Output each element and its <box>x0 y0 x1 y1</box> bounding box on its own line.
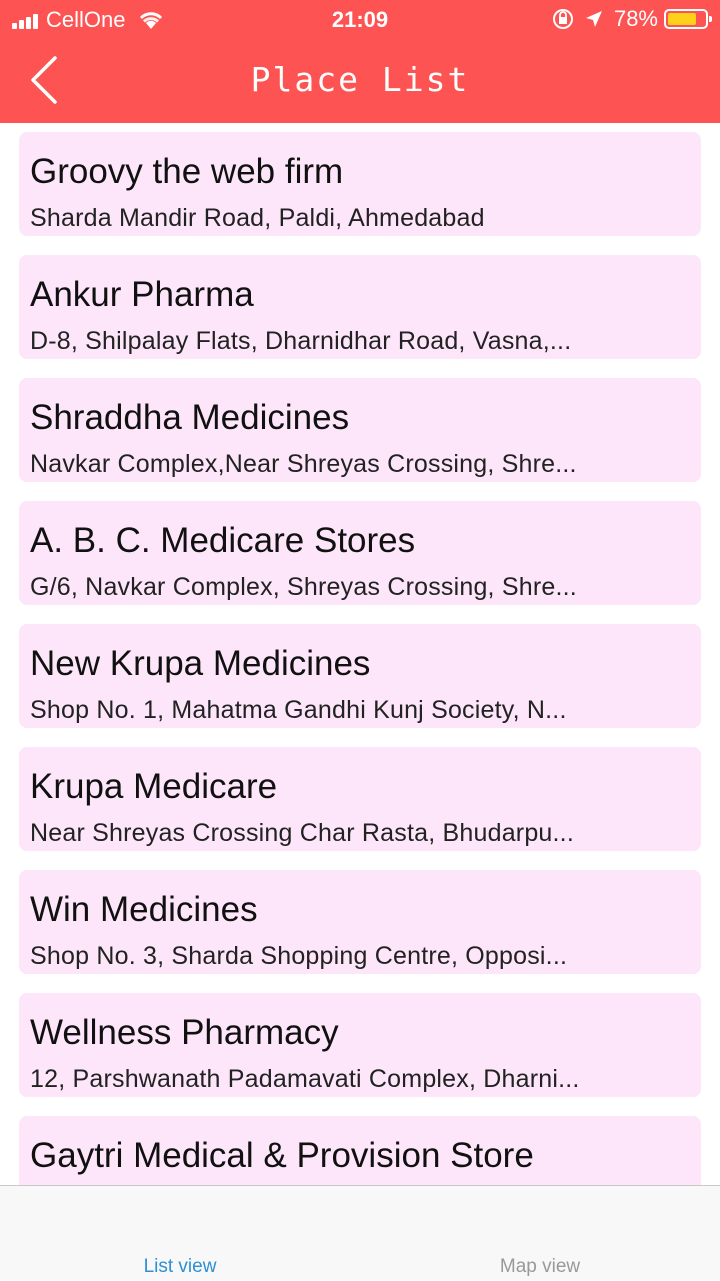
place-name: Win Medicines <box>30 890 258 929</box>
app-header: CellOne 21:09 78% Place List <box>0 0 720 123</box>
place-name: Ankur Pharma <box>30 275 254 314</box>
place-name: New Krupa Medicines <box>30 644 371 683</box>
tab-bar: List view Map view <box>0 1185 720 1280</box>
place-address: Shop No. 3, Sharda Shopping Centre, Oppo… <box>30 942 568 970</box>
place-name: Gaytri Medical & Provision Store <box>30 1136 534 1175</box>
place-address: Shop No. 1, Mahatma Gandhi Kunj Society,… <box>30 696 567 724</box>
place-name: Shraddha Medicines <box>30 398 350 437</box>
place-card[interactable]: A. B. C. Medicare Stores G/6, Navkar Com… <box>19 501 701 605</box>
place-name: A. B. C. Medicare Stores <box>30 521 416 560</box>
navigation-bar: Place List <box>0 40 720 123</box>
place-name: Wellness Pharmacy <box>30 1013 339 1052</box>
place-card[interactable]: Ankur Pharma D-8, Shilpalay Flats, Dharn… <box>19 255 701 359</box>
tab-label: List view <box>143 1256 217 1277</box>
place-address: Sharda Mandir Road, Paldi, Ahmedabad <box>30 204 485 232</box>
place-card[interactable]: Win Medicines Shop No. 3, Sharda Shoppin… <box>19 870 701 974</box>
place-address: G/6, Navkar Complex, Shreyas Crossing, S… <box>30 573 577 601</box>
place-card[interactable]: Gaytri Medical & Provision Store <box>19 1116 701 1185</box>
place-card[interactable]: Wellness Pharmacy 12, Parshwanath Padama… <box>19 993 701 1097</box>
place-card[interactable]: New Krupa Medicines Shop No. 1, Mahatma … <box>19 624 701 728</box>
place-address: 12, Parshwanath Padamavati Complex, Dhar… <box>30 1065 580 1093</box>
place-list[interactable]: Groovy the web firm Sharda Mandir Road, … <box>0 123 720 1185</box>
tab-list-view[interactable]: List view <box>0 1186 360 1281</box>
tab-label: Map view <box>499 1256 581 1277</box>
place-address: Navkar Complex,Near Shreyas Crossing, Sh… <box>30 450 577 478</box>
place-card[interactable]: Krupa Medicare Near Shreyas Crossing Cha… <box>19 747 701 851</box>
battery-icon <box>664 9 712 29</box>
battery-fill <box>668 13 697 25</box>
orientation-lock-icon <box>552 9 573 29</box>
place-card[interactable]: Shraddha Medicines Navkar Complex,Near S… <box>19 378 701 482</box>
place-name: Groovy the web firm <box>30 152 344 191</box>
place-address: D-8, Shilpalay Flats, Dharnidhar Road, V… <box>30 327 572 355</box>
status-bar: CellOne 21:09 78% <box>0 0 720 40</box>
place-address: Near Shreyas Crossing Char Rasta, Bhudar… <box>30 819 574 847</box>
page-title: Place List <box>250 60 470 99</box>
place-name: Krupa Medicare <box>30 767 278 806</box>
status-right: 78% <box>552 6 712 32</box>
battery-percent: 78% <box>613 6 658 31</box>
location-arrow-icon <box>585 11 602 27</box>
place-card[interactable]: Groovy the web firm Sharda Mandir Road, … <box>19 132 701 236</box>
tab-map-view[interactable]: Map view <box>360 1186 720 1281</box>
